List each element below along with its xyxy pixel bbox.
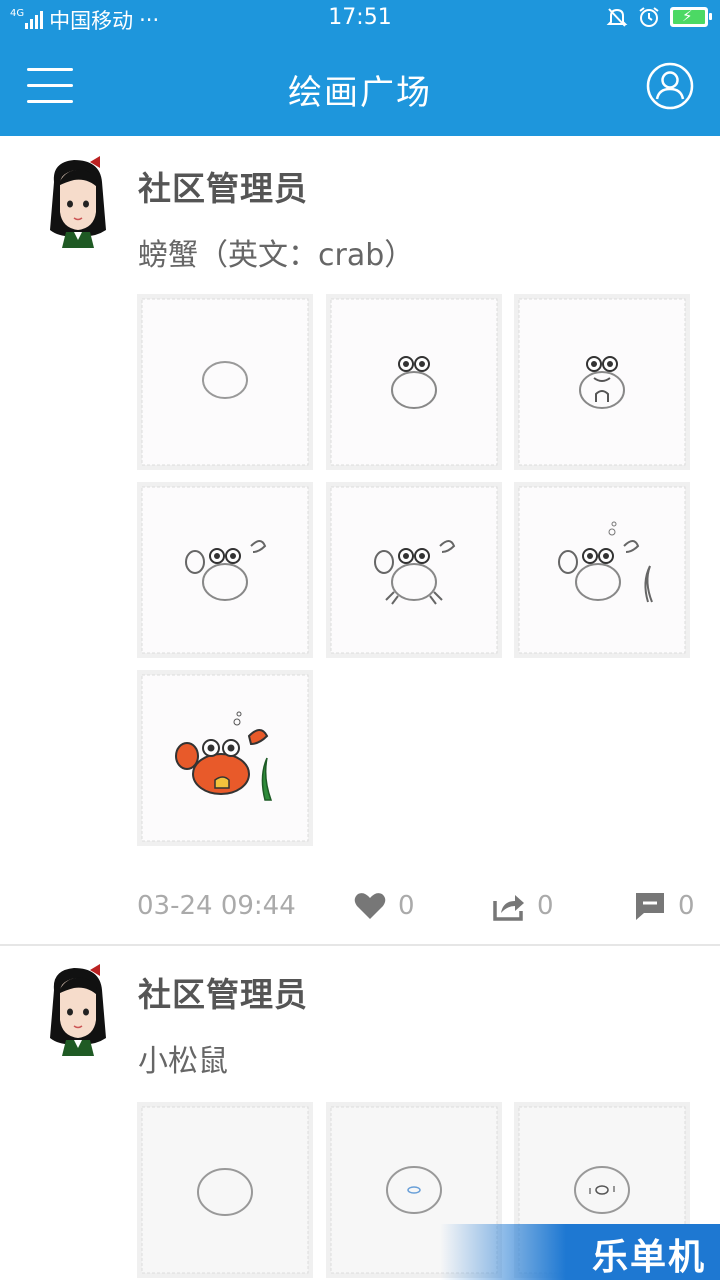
user-profile-icon[interactable] [646,62,694,110]
post-actions: 03-24 09:44 0 0 0 [0,891,720,931]
alarm-icon [639,7,659,27]
author-name: 社区管理员 [138,169,308,208]
share-count: 0 [537,891,554,921]
post-timestamp: 03-24 09:44 [137,891,296,921]
post-caption: 小松鼠 [138,1044,228,1079]
status-icons: ⚡ [606,6,712,28]
post-image[interactable] [137,482,313,658]
post-image[interactable] [326,294,502,470]
comment-button[interactable]: 0 [634,891,695,921]
app-bar: 绘画广场 [0,36,720,136]
comment-icon [636,893,664,920]
avatar[interactable] [44,156,112,252]
share-button[interactable]: 0 [493,891,554,921]
like-button[interactable]: 0 [354,891,415,921]
post-card: 社区管理员 螃蟹（英文：crab） 03-24 09:44 0 0 0 [0,136,720,944]
page-title: 绘画广场 [288,73,432,113]
post-image[interactable] [137,670,313,846]
author-name: 社区管理员 [138,975,308,1014]
post-caption: 螃蟹（英文：crab） [138,238,415,273]
share-icon [493,895,524,921]
watermark-text: 乐单机 [591,1237,706,1278]
comment-count: 0 [678,891,695,921]
battery-charging-icon: ⚡ [670,7,712,27]
status-bar: 4G 中国移动 ··· 17:51 ⚡ [0,0,720,36]
post-image[interactable] [326,482,502,658]
watermark-logo: 乐单机 [440,1224,720,1280]
like-count: 0 [398,891,415,921]
heart-icon [354,893,386,919]
avatar[interactable] [44,964,112,1060]
bell-muted-icon [606,8,628,27]
post-image[interactable] [514,294,690,470]
post-image[interactable] [514,482,690,658]
post-image[interactable] [137,294,313,470]
post-image[interactable] [137,1102,313,1278]
